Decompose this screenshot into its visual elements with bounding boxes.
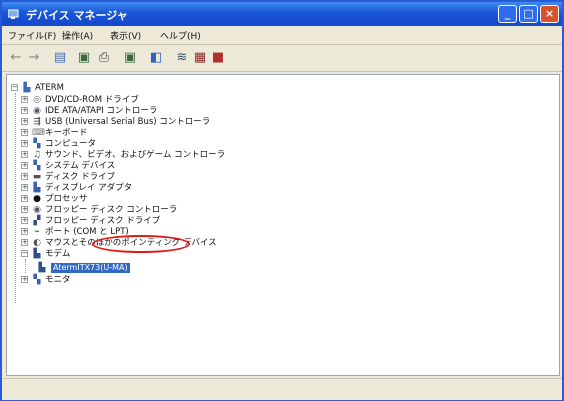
menu-bar: ファイル(F) 操作(A) 表示(V) ヘルプ(H): [2, 26, 562, 45]
menu-action[interactable]: 操作(A): [62, 29, 93, 42]
cdrom-icon: ◎: [33, 95, 41, 105]
processor-icon: ●: [33, 194, 41, 204]
expand-icon[interactable]: +: [21, 162, 28, 169]
tree-item-label: コンピュータ: [45, 139, 97, 149]
view-icon[interactable]: ▤: [52, 50, 68, 66]
uninstall-icon[interactable]: ■: [210, 50, 226, 66]
menu-help[interactable]: ヘルプ(H): [160, 29, 201, 42]
expand-icon[interactable]: +: [21, 96, 28, 103]
expand-icon[interactable]: +: [21, 195, 28, 202]
minimize-button[interactable]: _: [498, 5, 517, 23]
tree-item-label: キーボード: [45, 128, 88, 138]
keyboard-icon: ⌨: [32, 128, 45, 138]
modem-device-icon: ▙: [38, 263, 46, 273]
tree-item-label: フロッピー ディスク ドライブ: [45, 216, 161, 226]
floppy-controller-icon: ◉: [33, 205, 41, 215]
close-button[interactable]: ×: [540, 5, 559, 23]
modem-icon: ▙: [33, 249, 41, 259]
tree-item-label: システム デバイス: [45, 161, 116, 171]
status-bar: [2, 378, 562, 400]
toolbar: ← → ▤ ▣ ⎙ ▣ ◧ ≋ ▦ ■: [2, 45, 562, 72]
tree-item-label: モデム: [45, 249, 71, 259]
maximize-button[interactable]: □: [519, 5, 538, 23]
disable-icon[interactable]: ▦: [192, 50, 208, 66]
menu-file[interactable]: ファイル(F): [8, 29, 56, 42]
modem-device-label[interactable]: AtermITX73(U-MA): [51, 263, 130, 273]
tree-connector: [15, 93, 16, 303]
expand-icon[interactable]: +: [21, 107, 28, 114]
expand-icon[interactable]: +: [21, 239, 28, 246]
tree-item-label: USB (Universal Serial Bus) コントローラ: [45, 117, 211, 127]
back-icon[interactable]: ←: [8, 50, 24, 66]
highlight-ring: [92, 235, 190, 253]
expand-icon[interactable]: +: [21, 184, 28, 191]
expand-icon[interactable]: +: [21, 173, 28, 180]
computer-icon: ▙: [23, 83, 31, 93]
expand-icon[interactable]: +: [21, 228, 28, 235]
collapse-icon[interactable]: −: [21, 250, 28, 257]
tree-root-label: ATERM: [35, 83, 64, 93]
title-bar[interactable]: デバイス マネージャ _ □ ×: [2, 2, 562, 26]
properties-icon[interactable]: ▣: [76, 50, 92, 66]
expand-icon[interactable]: +: [21, 217, 28, 224]
usb-icon: ⇶: [33, 117, 41, 127]
sound-icon: ♫: [32, 150, 42, 160]
update-driver-icon[interactable]: ≋: [174, 50, 190, 66]
expand-icon[interactable]: +: [21, 118, 28, 125]
disk-icon: ▬: [32, 172, 42, 182]
tree-item-label: DVD/CD-ROM ドライブ: [45, 95, 139, 105]
scan-icon[interactable]: ◧: [148, 50, 164, 66]
tree-item-label: ディスク ドライブ: [45, 172, 116, 182]
window-title: デバイス マネージャ: [26, 9, 128, 22]
tree-item-label: ディスプレイ アダプタ: [45, 183, 133, 193]
help-icon[interactable]: ▣: [122, 50, 138, 66]
expand-icon[interactable]: +: [21, 151, 28, 158]
collapse-icon[interactable]: −: [11, 84, 18, 91]
device-tree[interactable]: − ▙ ATERM + ◎ DVD/CD-ROM ドライブ + ◉ IDE AT…: [6, 74, 560, 376]
tree-item-label: IDE ATA/ATAPI コントローラ: [45, 106, 158, 116]
tree-connector: [25, 259, 26, 273]
device-manager-window: デバイス マネージャ _ □ × ファイル(F) 操作(A) 表示(V) ヘルプ…: [0, 0, 564, 401]
tree-item-label: サウンド、ビデオ、およびゲーム コントローラ: [45, 150, 226, 160]
menu-view[interactable]: 表示(V): [110, 29, 141, 42]
expand-icon[interactable]: +: [21, 129, 28, 136]
tree-item-label: フロッピー ディスク コントローラ: [45, 205, 178, 215]
expand-icon[interactable]: +: [21, 276, 28, 283]
ide-icon: ◉: [33, 106, 41, 116]
expand-icon[interactable]: +: [21, 206, 28, 213]
display-icon: ▙: [33, 183, 41, 193]
tree-item-label: プロセッサ: [45, 194, 88, 204]
forward-icon[interactable]: →: [26, 50, 42, 66]
system-icon: ▚: [33, 161, 41, 171]
port-icon: ⌁: [34, 227, 40, 237]
computer-icon: ▚: [33, 139, 41, 149]
floppy-drive-icon: ▞: [33, 216, 41, 226]
mouse-icon: ◐: [33, 238, 41, 248]
monitor-icon: ▚: [33, 275, 41, 285]
print-icon[interactable]: ⎙: [96, 50, 112, 66]
tree-item-label: モニタ: [45, 275, 71, 285]
expand-icon[interactable]: +: [21, 140, 28, 147]
device-manager-icon: [8, 9, 19, 19]
